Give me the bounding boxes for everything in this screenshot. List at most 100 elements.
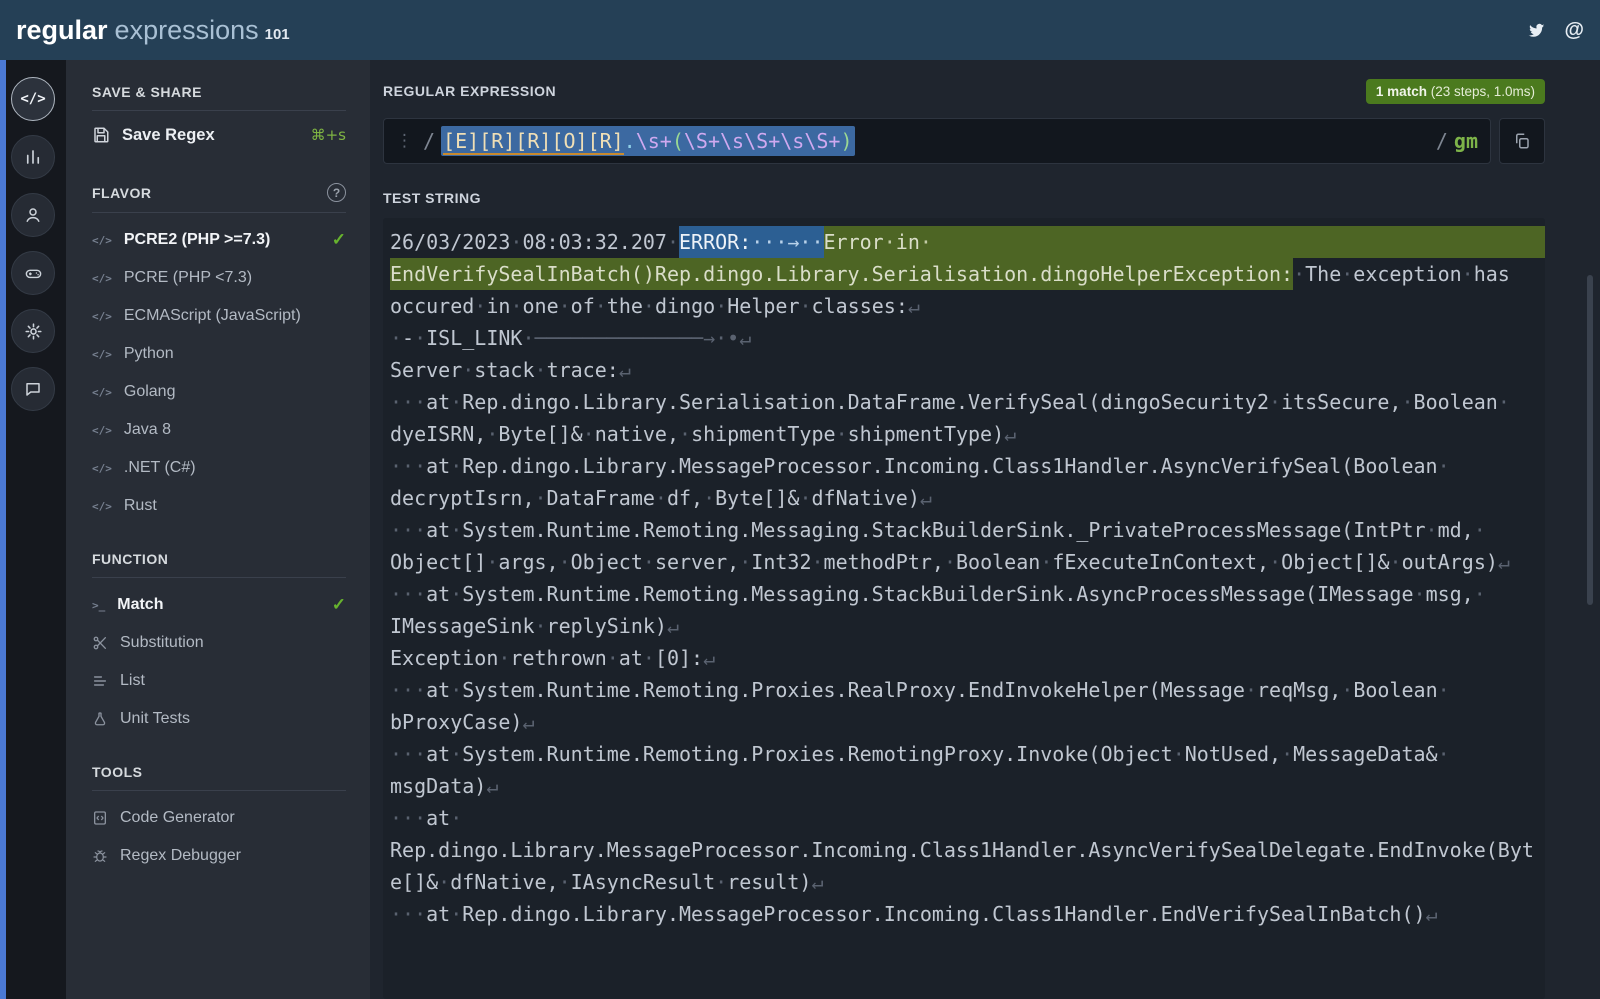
flavor-item-pcre2-php-7-3[interactable]: </>PCRE2 (PHP >=7.3)✓ <box>92 221 346 259</box>
test-line: occured·in·one·of·the·dingo·Helper·class… <box>390 290 1545 322</box>
app-frame: </> SAVE & SHARE Save Regex ⌘+s <box>0 60 1600 999</box>
regex-input[interactable]: ⋮ / [E][R][R][O][R].\s+(\S+\s\S+\s\S+) /… <box>383 118 1491 164</box>
regex-open-delimiter: / <box>423 129 435 153</box>
flavor-help-icon[interactable]: ? <box>327 183 346 202</box>
at-icon[interactable]: @ <box>1564 19 1584 42</box>
icon-rail: </> <box>0 60 66 999</box>
flavor-item-ecmascript-javascript[interactable]: </>ECMAScript (JavaScript) <box>92 297 346 335</box>
match-status-badge: 1 match (23 steps, 1.0ms) <box>1366 79 1545 104</box>
community-icon[interactable] <box>11 251 55 295</box>
test-segment: ···at·System.Runtime.Remoting.Messaging.… <box>390 514 1486 546</box>
tools-heading: TOOLS <box>92 764 142 780</box>
function-item-match[interactable]: >_Match✓ <box>92 586 346 624</box>
save-share-section: SAVE & SHARE Save Regex ⌘+s <box>66 84 370 157</box>
function-item-unit-tests[interactable]: Unit Tests <box>92 700 346 738</box>
tools-list: Code GeneratorRegex Debugger <box>92 799 346 875</box>
flask-icon <box>92 711 108 727</box>
code-icon: </> <box>92 307 112 325</box>
flavor-section: FLAVOR ? </>PCRE2 (PHP >=7.3)✓</>PCRE (P… <box>66 183 370 525</box>
list-icon <box>92 673 108 689</box>
flavor-item-golang[interactable]: </>Golang <box>92 373 346 411</box>
function-item-list[interactable]: List <box>92 662 346 700</box>
test-segment: 26/03/2023·08:03:32.207· <box>390 226 679 258</box>
code-icon: </> <box>92 497 112 515</box>
test-line: EndVerifySealInBatch()Rep.dingo.Library.… <box>390 258 1545 290</box>
terminal-icon: >_ <box>92 596 105 614</box>
test-line: ···at·System.Runtime.Remoting.Proxies.Re… <box>390 738 1545 770</box>
check-icon: ✓ <box>332 595 346 615</box>
regex-flags[interactable]: gm <box>1454 129 1478 153</box>
test-string-area[interactable]: 26/03/2023·08:03:32.207·ERROR:···→··Erro… <box>383 218 1545 999</box>
regex-pattern: [E][R][R][O][R].\s+(\S+\s\S+\s\S+) <box>441 126 854 156</box>
code-editor-icon[interactable]: </> <box>11 77 55 121</box>
tools-item-regex-debugger[interactable]: Regex Debugger <box>92 837 346 875</box>
flavor-item-rust[interactable]: </>Rust <box>92 487 346 525</box>
test-segment: Server·stack·trace:↵ <box>390 354 631 386</box>
test-line: Exception·rethrown·at·[0]:↵ <box>390 642 1545 674</box>
save-regex-button[interactable]: Save Regex ⌘+s <box>92 113 346 157</box>
test-segment: ···at·System.Runtime.Remoting.Proxies.Re… <box>390 738 1450 770</box>
test-line: ···at·Rep.dingo.Library.MessageProcessor… <box>390 898 1545 930</box>
codegen-icon <box>92 810 108 826</box>
bug-icon <box>92 848 108 864</box>
test-line: IMessageSink·replySink)↵ <box>390 610 1545 642</box>
copy-regex-button[interactable] <box>1499 118 1545 164</box>
scrollbar-thumb[interactable] <box>1587 275 1593 605</box>
test-segment: e[]&·dfNative,·IAsyncResult·result)↵ <box>390 866 824 898</box>
code-icon: </> <box>92 269 112 287</box>
test-segment: ···at·Rep.dingo.Library.MessageProcessor… <box>390 898 1438 930</box>
main-panel: REGULAR EXPRESSION 1 match (23 steps, 1.… <box>370 60 1600 999</box>
test-line: decryptIsrn,·DataFrame·df,·Byte[]&·dfNat… <box>390 482 1545 514</box>
twitter-icon[interactable] <box>1527 21 1546 40</box>
match-count: 1 match <box>1376 84 1427 99</box>
test-line: ···at·Rep.dingo.Library.MessageProcessor… <box>390 450 1545 482</box>
test-segment: ···at·Rep.dingo.Library.Serialisation.Da… <box>390 386 1510 418</box>
left-edge-strip <box>0 60 6 999</box>
test-line: 26/03/2023·08:03:32.207·ERROR:···→··Erro… <box>390 226 1545 258</box>
feedback-icon[interactable] <box>11 367 55 411</box>
test-segment: ···at·System.Runtime.Remoting.Proxies.Re… <box>390 674 1450 706</box>
top-bar: regular expressions 101 @ <box>0 0 1600 60</box>
test-line: ·-·ISL_LINK·──────────────→·•↵ <box>390 322 1545 354</box>
flavor-item-pcre-php-7-3[interactable]: </>PCRE (PHP <7.3) <box>92 259 346 297</box>
drag-handle-icon[interactable]: ⋮ <box>396 131 413 151</box>
flavor-heading: FLAVOR <box>92 185 152 201</box>
code-icon: </> <box>92 459 112 477</box>
test-segment: EndVerifySealInBatch()Rep.dingo.Library.… <box>390 258 1293 290</box>
test-segment: msgData)↵ <box>390 770 498 802</box>
account-icon[interactable] <box>11 193 55 237</box>
regex-close-delimiter: / <box>1436 129 1448 153</box>
save-share-heading: SAVE & SHARE <box>92 84 202 100</box>
test-segment: Object[]·args,·Object·server,·Int32·meth… <box>390 546 1510 578</box>
flavor-item-net-c[interactable]: </>.NET (C#) <box>92 449 346 487</box>
test-segment: dyeISRN,·Byte[]&·native,·shipmentType·sh… <box>390 418 1016 450</box>
library-icon[interactable] <box>11 135 55 179</box>
site-logo[interactable]: regular expressions 101 <box>16 15 290 46</box>
test-line: ···at·Rep.dingo.Library.Serialisation.Da… <box>390 386 1545 418</box>
test-line: ···at·System.Runtime.Remoting.Messaging.… <box>390 514 1545 546</box>
function-heading: FUNCTION <box>92 551 168 567</box>
test-section-title: TEST STRING <box>383 190 481 206</box>
tools-section: TOOLS Code GeneratorRegex Debugger <box>66 764 370 875</box>
check-icon: ✓ <box>332 230 346 250</box>
logo-text-light: expressions <box>115 15 259 46</box>
test-segment: bProxyCase)↵ <box>390 706 535 738</box>
function-list: >_Match✓SubstitutionListUnit Tests <box>92 586 346 738</box>
logo-text-number: 101 <box>265 26 290 43</box>
test-segment: occured·in·one·of·the·dingo·Helper·class… <box>390 290 920 322</box>
settings-icon[interactable] <box>11 309 55 353</box>
save-regex-label: Save Regex <box>122 126 215 145</box>
test-segment: IMessageSink·replySink)↵ <box>390 610 679 642</box>
test-segment: ···at·Rep.dingo.Library.MessageProcessor… <box>390 450 1450 482</box>
flavor-item-python[interactable]: </>Python <box>92 335 346 373</box>
tools-item-code-generator[interactable]: Code Generator <box>92 799 346 837</box>
code-icon: </> <box>92 231 112 249</box>
function-item-substitution[interactable]: Substitution <box>92 624 346 662</box>
test-segment <box>932 226 1545 258</box>
code-icon: </> <box>92 345 112 363</box>
test-segment: ···at· <box>390 802 462 834</box>
test-segment: decryptIsrn,·DataFrame·df,·Byte[]&·dfNat… <box>390 482 932 514</box>
test-line: e[]&·dfNative,·IAsyncResult·result)↵ <box>390 866 1545 898</box>
flavor-item-java-8[interactable]: </>Java 8 <box>92 411 346 449</box>
test-line: Rep.dingo.Library.MessageProcessor.Incom… <box>390 834 1545 866</box>
